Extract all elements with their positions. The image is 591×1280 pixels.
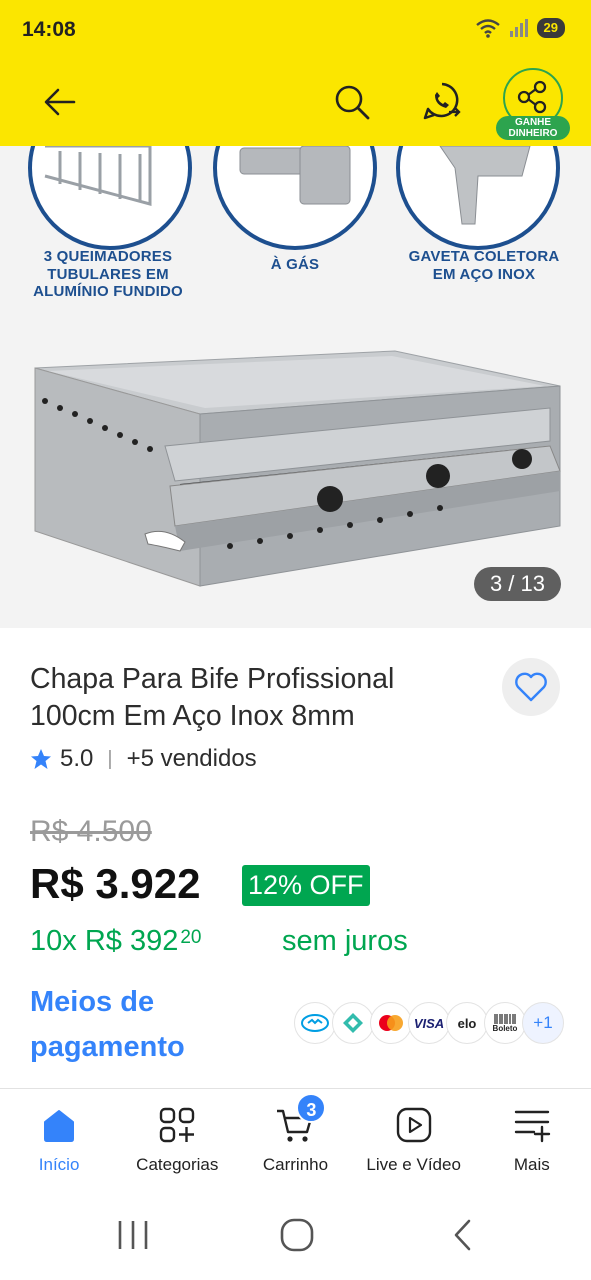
bottom-nav: Início Categorias 3 Carrinho Live e Víde… [0, 1089, 591, 1189]
feature-drawer: GAVETA COLETORA EM AÇO INOX [408, 248, 560, 283]
nav-label: Categorias [136, 1155, 219, 1174]
product-title: Chapa Para Bife Profissional 100cm Em Aç… [30, 663, 395, 732]
visa-icon: VISA [408, 1002, 450, 1044]
recent-apps-icon[interactable] [113, 1217, 153, 1253]
battery-icon: 29 [536, 18, 565, 38]
play-icon [396, 1107, 431, 1143]
payment-icons[interactable]: VISA elo Boleto +1 [294, 1002, 564, 1044]
nav-item-live-video[interactable]: Live e Vídeo [355, 1089, 473, 1189]
feature-gas: À GÁS [270, 256, 320, 273]
system-nav-bar [0, 1189, 591, 1280]
back-arrow-icon[interactable] [38, 80, 82, 124]
nav-label: Carrinho [262, 1155, 329, 1174]
rating-value: 5.0 [60, 745, 94, 772]
sold-count: +5 vendidos [126, 745, 257, 772]
nav-item-mais[interactable]: Mais [473, 1089, 591, 1189]
discount-badge: 12% OFF [242, 865, 370, 906]
home-icon [44, 1110, 75, 1142]
boleto-icon: Boleto [484, 1002, 526, 1044]
wifi-icon [475, 19, 500, 38]
feature-burners: 3 QUEIMADORES TUBULARES EM ALUMÍNIO FUND… [33, 248, 183, 300]
rating-row: 5.0 | +5 vendidos [30, 745, 257, 773]
boleto-label: Boleto [492, 1023, 518, 1033]
product-image [28, 146, 561, 587]
mercado-pago-icon [294, 1002, 336, 1044]
current-price: R$ 3.922 [30, 860, 201, 907]
installments-cents: 20 [180, 927, 202, 948]
status-icons: 29 [475, 18, 565, 38]
nav-item-carrinho[interactable]: 3 Carrinho [236, 1089, 354, 1189]
menu-plus-icon [514, 1110, 551, 1143]
elo-icon: elo [446, 1002, 488, 1044]
share-earn-button[interactable]: GANHE DINHEIRO [496, 68, 570, 144]
share-earn-badge: GANHE DINHEIRO [496, 116, 570, 140]
nav-label: Início [38, 1155, 80, 1174]
signal-icon [509, 19, 528, 37]
status-time: 14:08 [22, 18, 76, 41]
star-icon [31, 749, 51, 769]
heart-icon [515, 672, 547, 702]
favorite-button[interactable] [502, 658, 560, 716]
original-price: R$ 4.500 [30, 815, 152, 848]
interest-free-label: sem juros [282, 925, 408, 957]
nav-item-categorias[interactable]: Categorias [118, 1089, 236, 1189]
back-system-icon[interactable] [448, 1217, 478, 1253]
pix-icon [332, 1002, 374, 1044]
product-image-gallery[interactable]: 3 QUEIMADORES TUBULARES EM ALUMÍNIO FUND… [0, 146, 591, 628]
rating-separator: | [107, 747, 113, 770]
search-icon[interactable] [330, 80, 374, 124]
top-header: 14:08 29 GANHE DINHEIRO [0, 0, 591, 146]
categories-icon [160, 1107, 195, 1143]
mastercard-icon [370, 1002, 412, 1044]
cart-count-badge: 3 [296, 1093, 327, 1123]
installments: 10x R$ 392 20 [30, 925, 201, 958]
whatsapp-share-icon[interactable] [419, 78, 465, 124]
installments-value: 10x R$ 392 [30, 925, 179, 957]
home-system-icon[interactable] [278, 1217, 316, 1253]
nav-label: Mais [513, 1155, 550, 1174]
nav-label: Live e Vídeo [366, 1155, 461, 1174]
nav-item-inicio[interactable]: Início [0, 1089, 118, 1189]
more-payments[interactable]: +1 [522, 1002, 564, 1044]
image-counter: 3 / 13 [473, 567, 561, 601]
payment-methods-link[interactable]: Meios de pagamento [30, 980, 185, 1070]
